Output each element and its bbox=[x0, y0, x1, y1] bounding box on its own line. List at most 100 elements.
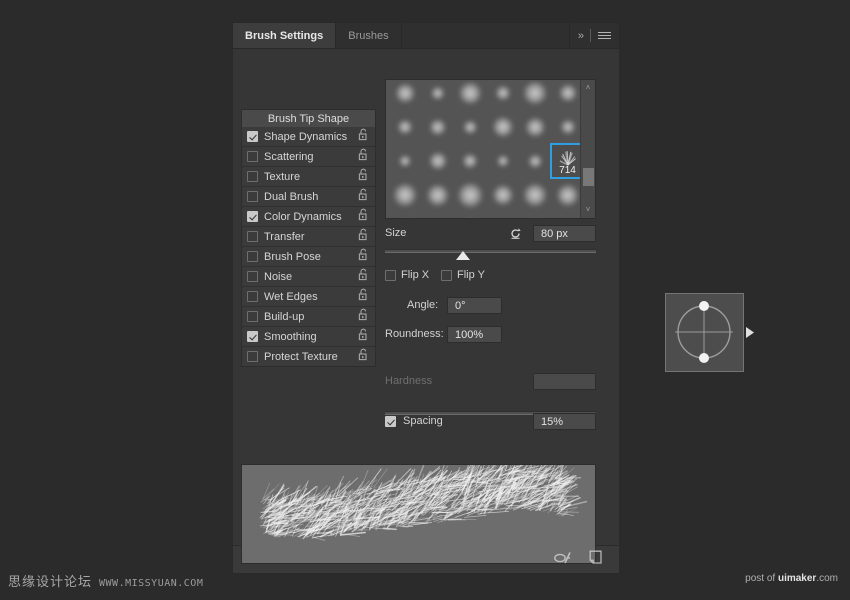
option-row-protect-texture[interactable]: Protect Texture bbox=[241, 347, 376, 367]
brush-preset-cell[interactable] bbox=[551, 110, 581, 144]
tab-brushes[interactable]: Brushes bbox=[336, 23, 402, 48]
option-checkbox[interactable] bbox=[247, 231, 258, 242]
brush-pressure-toggle-icon[interactable] bbox=[553, 550, 573, 570]
brush-preset-cell[interactable] bbox=[421, 212, 455, 218]
brush-preset-cell[interactable] bbox=[551, 80, 581, 110]
option-checkbox[interactable] bbox=[247, 291, 258, 302]
size-value-input[interactable]: 80 px bbox=[533, 225, 596, 242]
option-checkbox[interactable] bbox=[247, 151, 258, 162]
brush-preset-cell[interactable] bbox=[486, 110, 520, 144]
collapse-panel-icon[interactable]: » bbox=[578, 30, 584, 42]
option-row-noise[interactable]: Noise bbox=[241, 267, 376, 287]
size-slider-handle[interactable] bbox=[456, 251, 471, 260]
brush-stroke-preview bbox=[241, 464, 596, 564]
brush-preset-cell[interactable] bbox=[421, 178, 455, 212]
brush-preset-cell[interactable] bbox=[421, 80, 455, 110]
scrollbar-thumb[interactable] bbox=[583, 168, 594, 186]
brush-preset-cell[interactable] bbox=[388, 178, 422, 212]
unlocked-padlock-icon[interactable] bbox=[358, 348, 370, 366]
unlocked-padlock-icon[interactable] bbox=[358, 148, 370, 166]
brush-preset-cell[interactable] bbox=[453, 80, 487, 110]
unlocked-padlock-icon[interactable] bbox=[358, 308, 370, 326]
option-brush-tip-shape[interactable]: Brush Tip Shape bbox=[241, 109, 376, 127]
option-checkbox[interactable] bbox=[247, 271, 258, 282]
spacing-checkbox[interactable] bbox=[385, 416, 396, 427]
brush-preset-cell[interactable] bbox=[453, 178, 487, 212]
brush-preset-selected[interactable]: 714 bbox=[549, 143, 580, 179]
option-row-smoothing[interactable]: Smoothing bbox=[241, 327, 376, 347]
panel-menu-icon[interactable] bbox=[598, 32, 611, 39]
flip-x-checkbox[interactable] bbox=[385, 270, 396, 281]
new-brush-preset-icon[interactable] bbox=[589, 550, 603, 570]
unlocked-padlock-icon[interactable] bbox=[358, 168, 370, 186]
brush-preset-cell[interactable] bbox=[551, 178, 581, 212]
brush-preset-cell[interactable] bbox=[518, 178, 552, 212]
brush-thumbnail bbox=[397, 119, 413, 135]
option-label: Transfer bbox=[264, 230, 305, 243]
unlocked-padlock-icon[interactable] bbox=[358, 328, 370, 346]
option-checkbox[interactable] bbox=[247, 131, 258, 142]
brush-thumbnail bbox=[492, 184, 513, 206]
tab-brush-settings[interactable]: Brush Settings bbox=[233, 23, 337, 48]
scroll-down-icon[interactable]: ˅ bbox=[586, 206, 591, 214]
option-label: Color Dynamics bbox=[264, 210, 342, 223]
option-row-color-dynamics[interactable]: Color Dynamics bbox=[241, 207, 376, 227]
brush-preset-cell[interactable] bbox=[388, 212, 422, 218]
option-checkbox[interactable] bbox=[247, 191, 258, 202]
scroll-up-icon[interactable]: ˄ bbox=[586, 84, 591, 92]
option-row-shape-dynamics[interactable]: Shape Dynamics bbox=[241, 127, 376, 147]
brush-preset-cell[interactable] bbox=[388, 144, 422, 178]
option-checkbox[interactable] bbox=[247, 211, 258, 222]
brush-preset-cell[interactable] bbox=[453, 110, 487, 144]
brush-preset-cell[interactable] bbox=[421, 110, 455, 144]
toolbar-divider bbox=[590, 29, 591, 42]
option-label: Build-up bbox=[264, 310, 305, 323]
spacing-value-input[interactable]: 15% bbox=[533, 413, 596, 430]
option-row-wet-edges[interactable]: Wet Edges bbox=[241, 287, 376, 307]
spacing-label: Spacing bbox=[403, 415, 443, 427]
option-row-scattering[interactable]: Scattering bbox=[241, 147, 376, 167]
brush-grid-scrollbar[interactable]: ˄ ˅ bbox=[580, 80, 595, 218]
size-reset-icon[interactable] bbox=[508, 226, 523, 246]
brush-preset-cell[interactable] bbox=[453, 144, 487, 178]
unlocked-padlock-icon[interactable] bbox=[358, 128, 370, 146]
option-checkbox[interactable] bbox=[247, 171, 258, 182]
option-checkbox[interactable] bbox=[247, 351, 258, 362]
brush-preset-cell[interactable] bbox=[388, 110, 422, 144]
angle-widget-wrap bbox=[385, 289, 754, 374]
angle-roundness-widget[interactable] bbox=[665, 293, 744, 372]
size-slider[interactable] bbox=[385, 246, 596, 260]
option-row-brush-pose[interactable]: Brush Pose bbox=[241, 247, 376, 267]
flip-y-checkbox[interactable] bbox=[441, 270, 452, 281]
brush-preset-cell[interactable] bbox=[486, 212, 520, 218]
brush-preset-grid-cells[interactable]: 714 bbox=[386, 80, 580, 218]
brush-preset-cell[interactable] bbox=[486, 144, 520, 178]
unlocked-padlock-icon[interactable] bbox=[358, 268, 370, 286]
unlocked-padlock-icon[interactable] bbox=[358, 208, 370, 226]
panel-body: Brushes Brush Tip Shape Shape DynamicsSc… bbox=[233, 49, 754, 564]
option-checkbox[interactable] bbox=[247, 331, 258, 342]
brush-preset-cell[interactable] bbox=[518, 144, 552, 178]
option-row-build-up[interactable]: Build-up bbox=[241, 307, 376, 327]
option-row-dual-brush[interactable]: Dual Brush bbox=[241, 187, 376, 207]
brush-preset-cell[interactable] bbox=[486, 178, 520, 212]
brush-preset-cell[interactable] bbox=[518, 80, 552, 110]
brush-preset-cell[interactable] bbox=[486, 80, 520, 110]
unlocked-padlock-icon[interactable] bbox=[358, 188, 370, 206]
brush-thumbnail bbox=[492, 116, 513, 138]
option-checkbox[interactable] bbox=[247, 251, 258, 262]
brush-preset-cell[interactable] bbox=[551, 212, 581, 218]
brush-preset-cell[interactable] bbox=[518, 110, 552, 144]
unlocked-padlock-icon[interactable] bbox=[358, 248, 370, 266]
brush-preset-cell[interactable] bbox=[421, 144, 455, 178]
option-checkbox[interactable] bbox=[247, 311, 258, 322]
brush-thumbnail bbox=[528, 154, 542, 168]
unlocked-padlock-icon[interactable] bbox=[358, 288, 370, 306]
brush-preset-cell[interactable] bbox=[518, 212, 552, 218]
brush-preset-cell[interactable] bbox=[453, 212, 487, 218]
brush-preset-cell[interactable] bbox=[388, 80, 422, 110]
option-row-texture[interactable]: Texture bbox=[241, 167, 376, 187]
unlocked-padlock-icon[interactable] bbox=[358, 228, 370, 246]
brush-thumbnail bbox=[525, 117, 545, 137]
option-row-transfer[interactable]: Transfer bbox=[241, 227, 376, 247]
